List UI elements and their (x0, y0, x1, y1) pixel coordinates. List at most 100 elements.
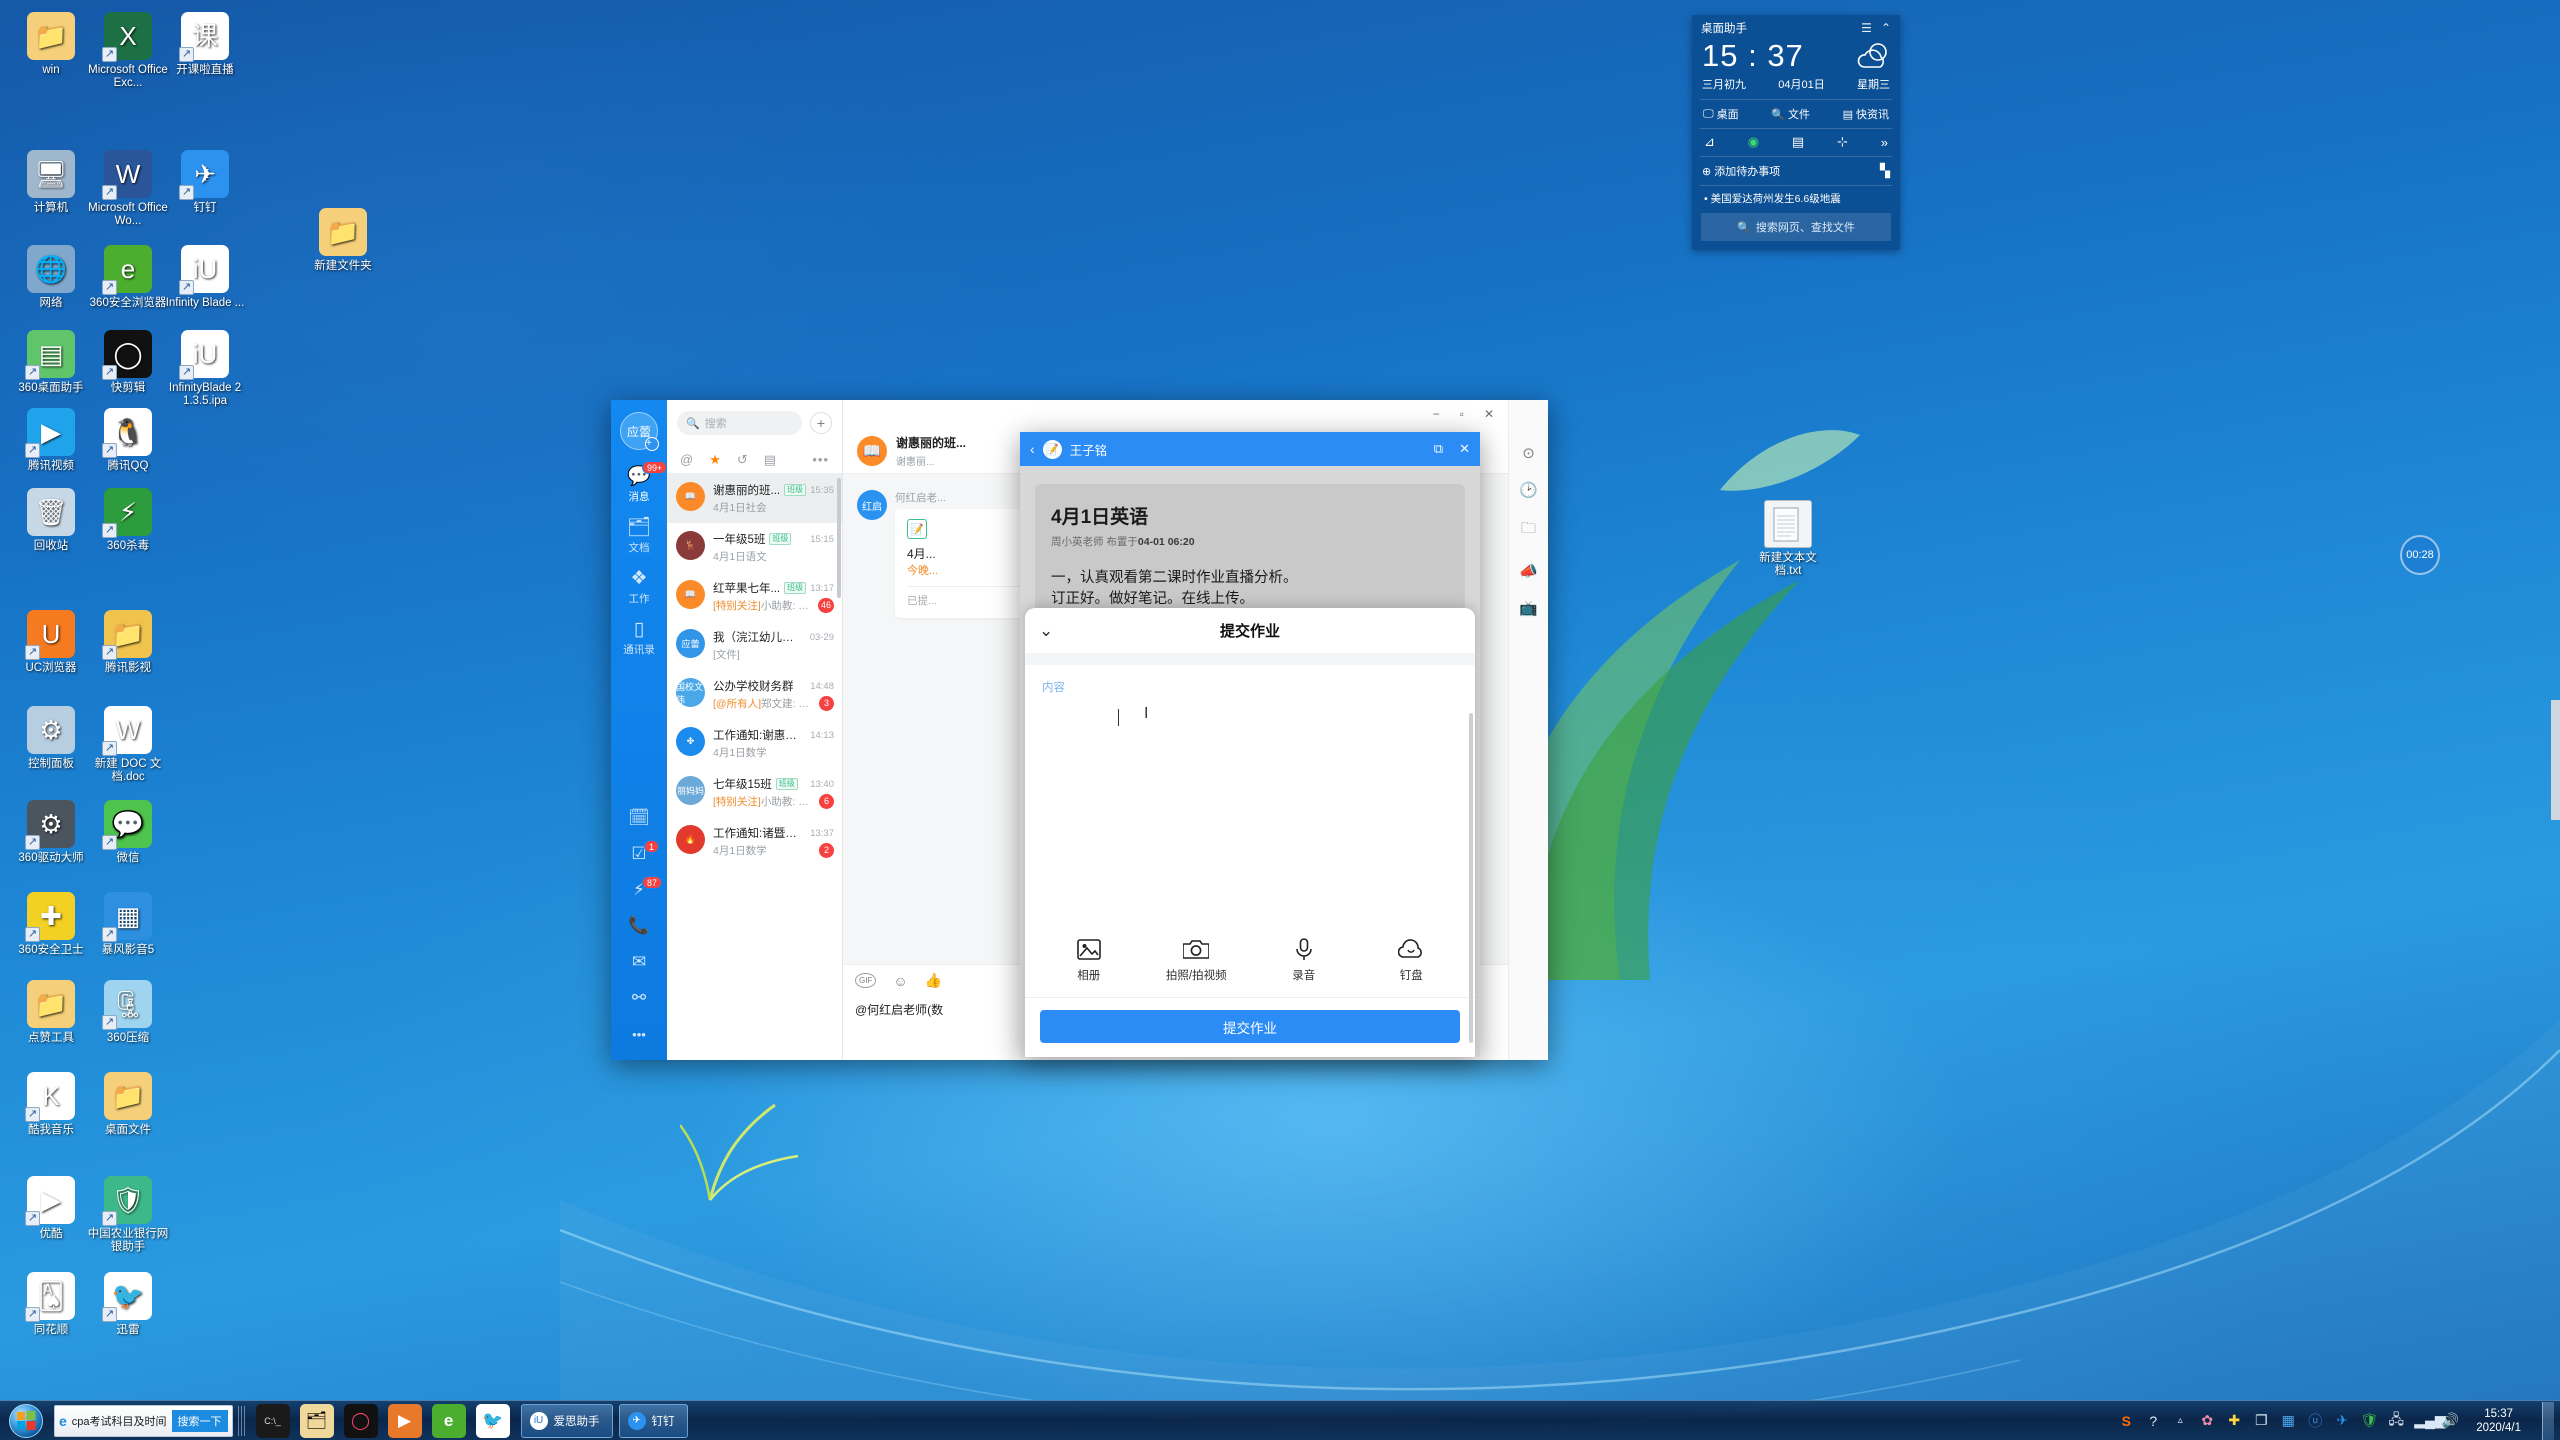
assistant-nav-files[interactable]: 🔍 文件 (1771, 106, 1810, 122)
attach-photo-album-button[interactable]: 相册 (1035, 936, 1143, 983)
puzzle-icon[interactable]: ⊹ (1837, 134, 1848, 150)
desktop-icon-360-driver-master-icon[interactable]: ⚙ ↗ 360驱动大师 (8, 800, 94, 865)
desktop-icon-youku-icon[interactable]: ▶ ↗ 优酷 (8, 1176, 94, 1241)
assistant-search-box[interactable]: 🔍 搜索网页、查找文件 (1701, 213, 1891, 241)
360-safeguard-tray-icon[interactable]: ✚ (2225, 1412, 2243, 1429)
desktop-icon-kuaijianji-icon[interactable]: ◯ ↗ 快剪辑 (85, 330, 171, 395)
gif-button[interactable]: GIF (855, 973, 877, 988)
sogou-input-icon[interactable]: S (2117, 1413, 2135, 1429)
chat-list-scrollbar[interactable] (837, 478, 841, 598)
desktop-icon-control-panel-icon[interactable]: ⚙ 控制面板 (8, 706, 94, 771)
command-prompt-icon[interactable]: C:\_ (255, 1403, 290, 1438)
maximize-button[interactable]: ▫ (1460, 407, 1464, 421)
files-panel-icon[interactable]: 🗀 (1521, 518, 1536, 543)
sidebar-item-documents[interactable]: 🗂 文档 (611, 517, 667, 555)
start-button[interactable] (2, 1402, 50, 1440)
baofeng-tray-icon[interactable]: ▦ (2279, 1412, 2297, 1429)
like-button[interactable]: 👍 (925, 972, 942, 989)
taskbar[interactable]: e cpa考试科目及时间 搜索一下 C:\_ 🗂 ◯ ▶ e 🐦 iU 爱思助手… (0, 1400, 2560, 1440)
close-button[interactable]: ✕ (1484, 407, 1494, 421)
recent-filter[interactable]: ↺ (737, 452, 748, 468)
desktop-icon-ipa-file-icon[interactable]: iU ↗ Infinity Blade ... (162, 245, 248, 310)
desktop-icon-thunder-icon[interactable]: 🐦 ↗ 迅雷 (85, 1272, 171, 1337)
chat-list-item[interactable]: 📖 谢惠丽的班... 班级 15:35 4月1日社会 (667, 474, 842, 523)
desktop-icon-tonghuashun-icon[interactable]: 🂡 ↗ 同花顺 (8, 1272, 94, 1337)
desktop-icon-folder-icon[interactable]: 📁 桌面文件 (85, 1072, 171, 1137)
desktop-icon-360-safe-guard-icon[interactable]: ✚ ↗ 360安全卫士 (8, 892, 94, 957)
screen-recorder-bubble[interactable]: 00:28 (2400, 535, 2440, 575)
assistant-news-item[interactable]: • 美国爱达荷州发生6.6级地震 (1692, 186, 1900, 213)
chat-list-item[interactable]: 国校文伟 公办学校财务群 14:48 [@所有人]郑文建: 没... 3 (667, 670, 842, 719)
window-titlebar[interactable]: − ▫ ✕ (843, 400, 1508, 428)
attach-recording-button[interactable]: 录音 (1250, 936, 1358, 983)
close-icon[interactable]: ✕ (1459, 441, 1470, 457)
assistant-add-todo[interactable]: ⊕ 添加待办事项 (1702, 163, 1880, 179)
desktop-icon-folder-icon[interactable]: 📁 新建文件夹 (300, 208, 386, 273)
360-browser-icon[interactable]: e (431, 1403, 466, 1438)
announce-panel-icon[interactable]: 📣 (1519, 562, 1538, 580)
desktop-icon-360-antivirus-icon[interactable]: ⚡ ↗ 360杀毒 (85, 488, 171, 553)
desktop-icon-360-browser-icon[interactable]: e ↗ 360安全浏览器 (85, 245, 171, 310)
chat-list-item[interactable]: ✤ 工作通知:谢惠丽... 14:13 4月1日数学 (667, 719, 842, 768)
desktop-icon-ipa-file-icon[interactable]: iU ↗ InfinityBlade 2 1.3.5.ipa (162, 330, 248, 408)
desktop-icon-word-doc-icon[interactable]: W ↗ 新建 DOC 文档.doc (85, 706, 171, 784)
mention-filter[interactable]: @ (680, 452, 693, 467)
minimize-button[interactable]: − (1433, 407, 1440, 421)
ie-search-button[interactable]: 搜索一下 (171, 1409, 228, 1432)
submit-homework-button[interactable]: 提交作业 (1040, 1010, 1460, 1043)
kuaijianji-icon[interactable]: ◯ (343, 1403, 378, 1438)
signal-tray-icon[interactable]: ▂▄▆ (2414, 1412, 2445, 1429)
chat-list-item[interactable]: 📖 红苹果七年... 班级 13:17 [特别关注]小助教: 公... 46 (667, 572, 842, 621)
taskbar-task-dingtalk[interactable]: ✈ 钉钉 (618, 1403, 688, 1438)
taskbar-clock[interactable]: 15:37 2020/4/1 (2468, 1407, 2529, 1435)
note-icon[interactable]: ▤ (1792, 134, 1804, 150)
chat-list-item[interactable]: 丽妈妈 七年级15班 班级 13:40 [特别关注]小助教: 公... 6 (667, 768, 842, 817)
attach-dingpan-button[interactable]: 钉盘 (1358, 936, 1466, 983)
sidebar-more[interactable]: ••• (611, 1024, 667, 1044)
sidebar-mail[interactable]: ✉ (611, 952, 667, 972)
chat-list-item[interactable]: 应蕾 我（浣江幼儿园... 03-29 [文件] (667, 621, 842, 670)
show-desktop-button[interactable] (2542, 1401, 2554, 1440)
search-input[interactable]: 🔍 搜索 (677, 411, 802, 435)
desktop-icon-360-desktop-assistant-icon[interactable]: ▤ ↗ 360桌面助手 (8, 330, 94, 395)
desktop-icon-recycle-bin-icon[interactable]: 🗑 回收站 (8, 488, 94, 553)
desktop-icon-folder-icon[interactable]: 📁 点赞工具 (8, 980, 94, 1045)
desktop-icon-computer-icon[interactable]: 🖥 计算机 (8, 150, 94, 215)
help-icon[interactable]: ? (2144, 1413, 2162, 1429)
desktop-icon-abc-bank-icon[interactable]: 🛡 ↗ 中国农业银行网银助手 (85, 1176, 171, 1254)
sidebar-item-work[interactable]: ❖ 工作 (611, 568, 667, 606)
media-player-icon[interactable]: ▶ (387, 1403, 422, 1438)
desktop-icon-360-zip-icon[interactable]: 🗜 ↗ 360压缩 (85, 980, 171, 1045)
avatar[interactable]: 应蕾 + (620, 412, 659, 451)
tray-app-flower-icon[interactable]: ✿ (2198, 1412, 2216, 1429)
desktop-icon-tencent-movie-folder-icon[interactable]: 📁 ↗ 腾讯影视 (85, 610, 171, 675)
attach-camera-button[interactable]: 拍照/拍视频 (1143, 936, 1251, 983)
taskbar-task-aisi[interactable]: iU 爱思助手 (520, 1403, 613, 1438)
desktop[interactable]: 📁 win X ↗ Microsoft Office Exc... 课 ↗ 开课啦直播 🖥 计算机… (0, 0, 2560, 1440)
desktop-edge-scrollbar[interactable] (2551, 700, 2560, 820)
show-hidden-icons[interactable]: ▵ (2171, 1415, 2189, 1426)
file-explorer-icon[interactable]: 🗂 (299, 1403, 334, 1438)
sheet-scrollbar[interactable] (1469, 713, 1473, 1043)
emoji-button[interactable]: ☺ (893, 973, 907, 989)
popout-icon[interactable]: ⧉ (1434, 441, 1443, 457)
network-tray-icon[interactable]: 🖧 (2387, 1409, 2405, 1433)
sidebar-ding[interactable]: ⚡ 87 (611, 876, 667, 900)
add-button[interactable]: + (810, 412, 832, 434)
more-panel-icon[interactable]: ⊙ (1522, 444, 1535, 462)
desktop-icon-dingtalk-icon[interactable]: ✈ ↗ 钉钉 (162, 150, 248, 215)
avatar[interactable]: 红启 (857, 490, 887, 520)
desktop-icon-excel-icon[interactable]: X ↗ Microsoft Office Exc... (85, 12, 171, 90)
assistant-nav-desktop[interactable]: 🖵 桌面 (1703, 106, 1739, 122)
aisi-tray-icon[interactable]: ⓤ (2306, 1411, 2324, 1431)
desktop-icon-word-icon[interactable]: W ↗ Microsoft Office Wo... (85, 150, 171, 228)
crop-icon[interactable]: ⊿ (1704, 134, 1715, 150)
desktop-icon-uc-browser-icon[interactable]: U ↗ UC浏览器 (8, 610, 94, 675)
desktop-icon-kuwo-music-icon[interactable]: K ↗ 酷我音乐 (8, 1072, 94, 1137)
desktop-icon-text-file[interactable]: 新建文本文 档.txt (1745, 500, 1831, 578)
desktop-icon-kaikela-live-icon[interactable]: 课 ↗ 开课啦直播 (162, 12, 248, 77)
360-shield-tray-icon[interactable]: 🛡 (2360, 1412, 2378, 1429)
sidebar-video-call[interactable]: 📞 (611, 916, 667, 936)
history-panel-icon[interactable]: 🕑 (1519, 481, 1538, 499)
qr-code-icon[interactable]: ▚ (1880, 163, 1890, 179)
